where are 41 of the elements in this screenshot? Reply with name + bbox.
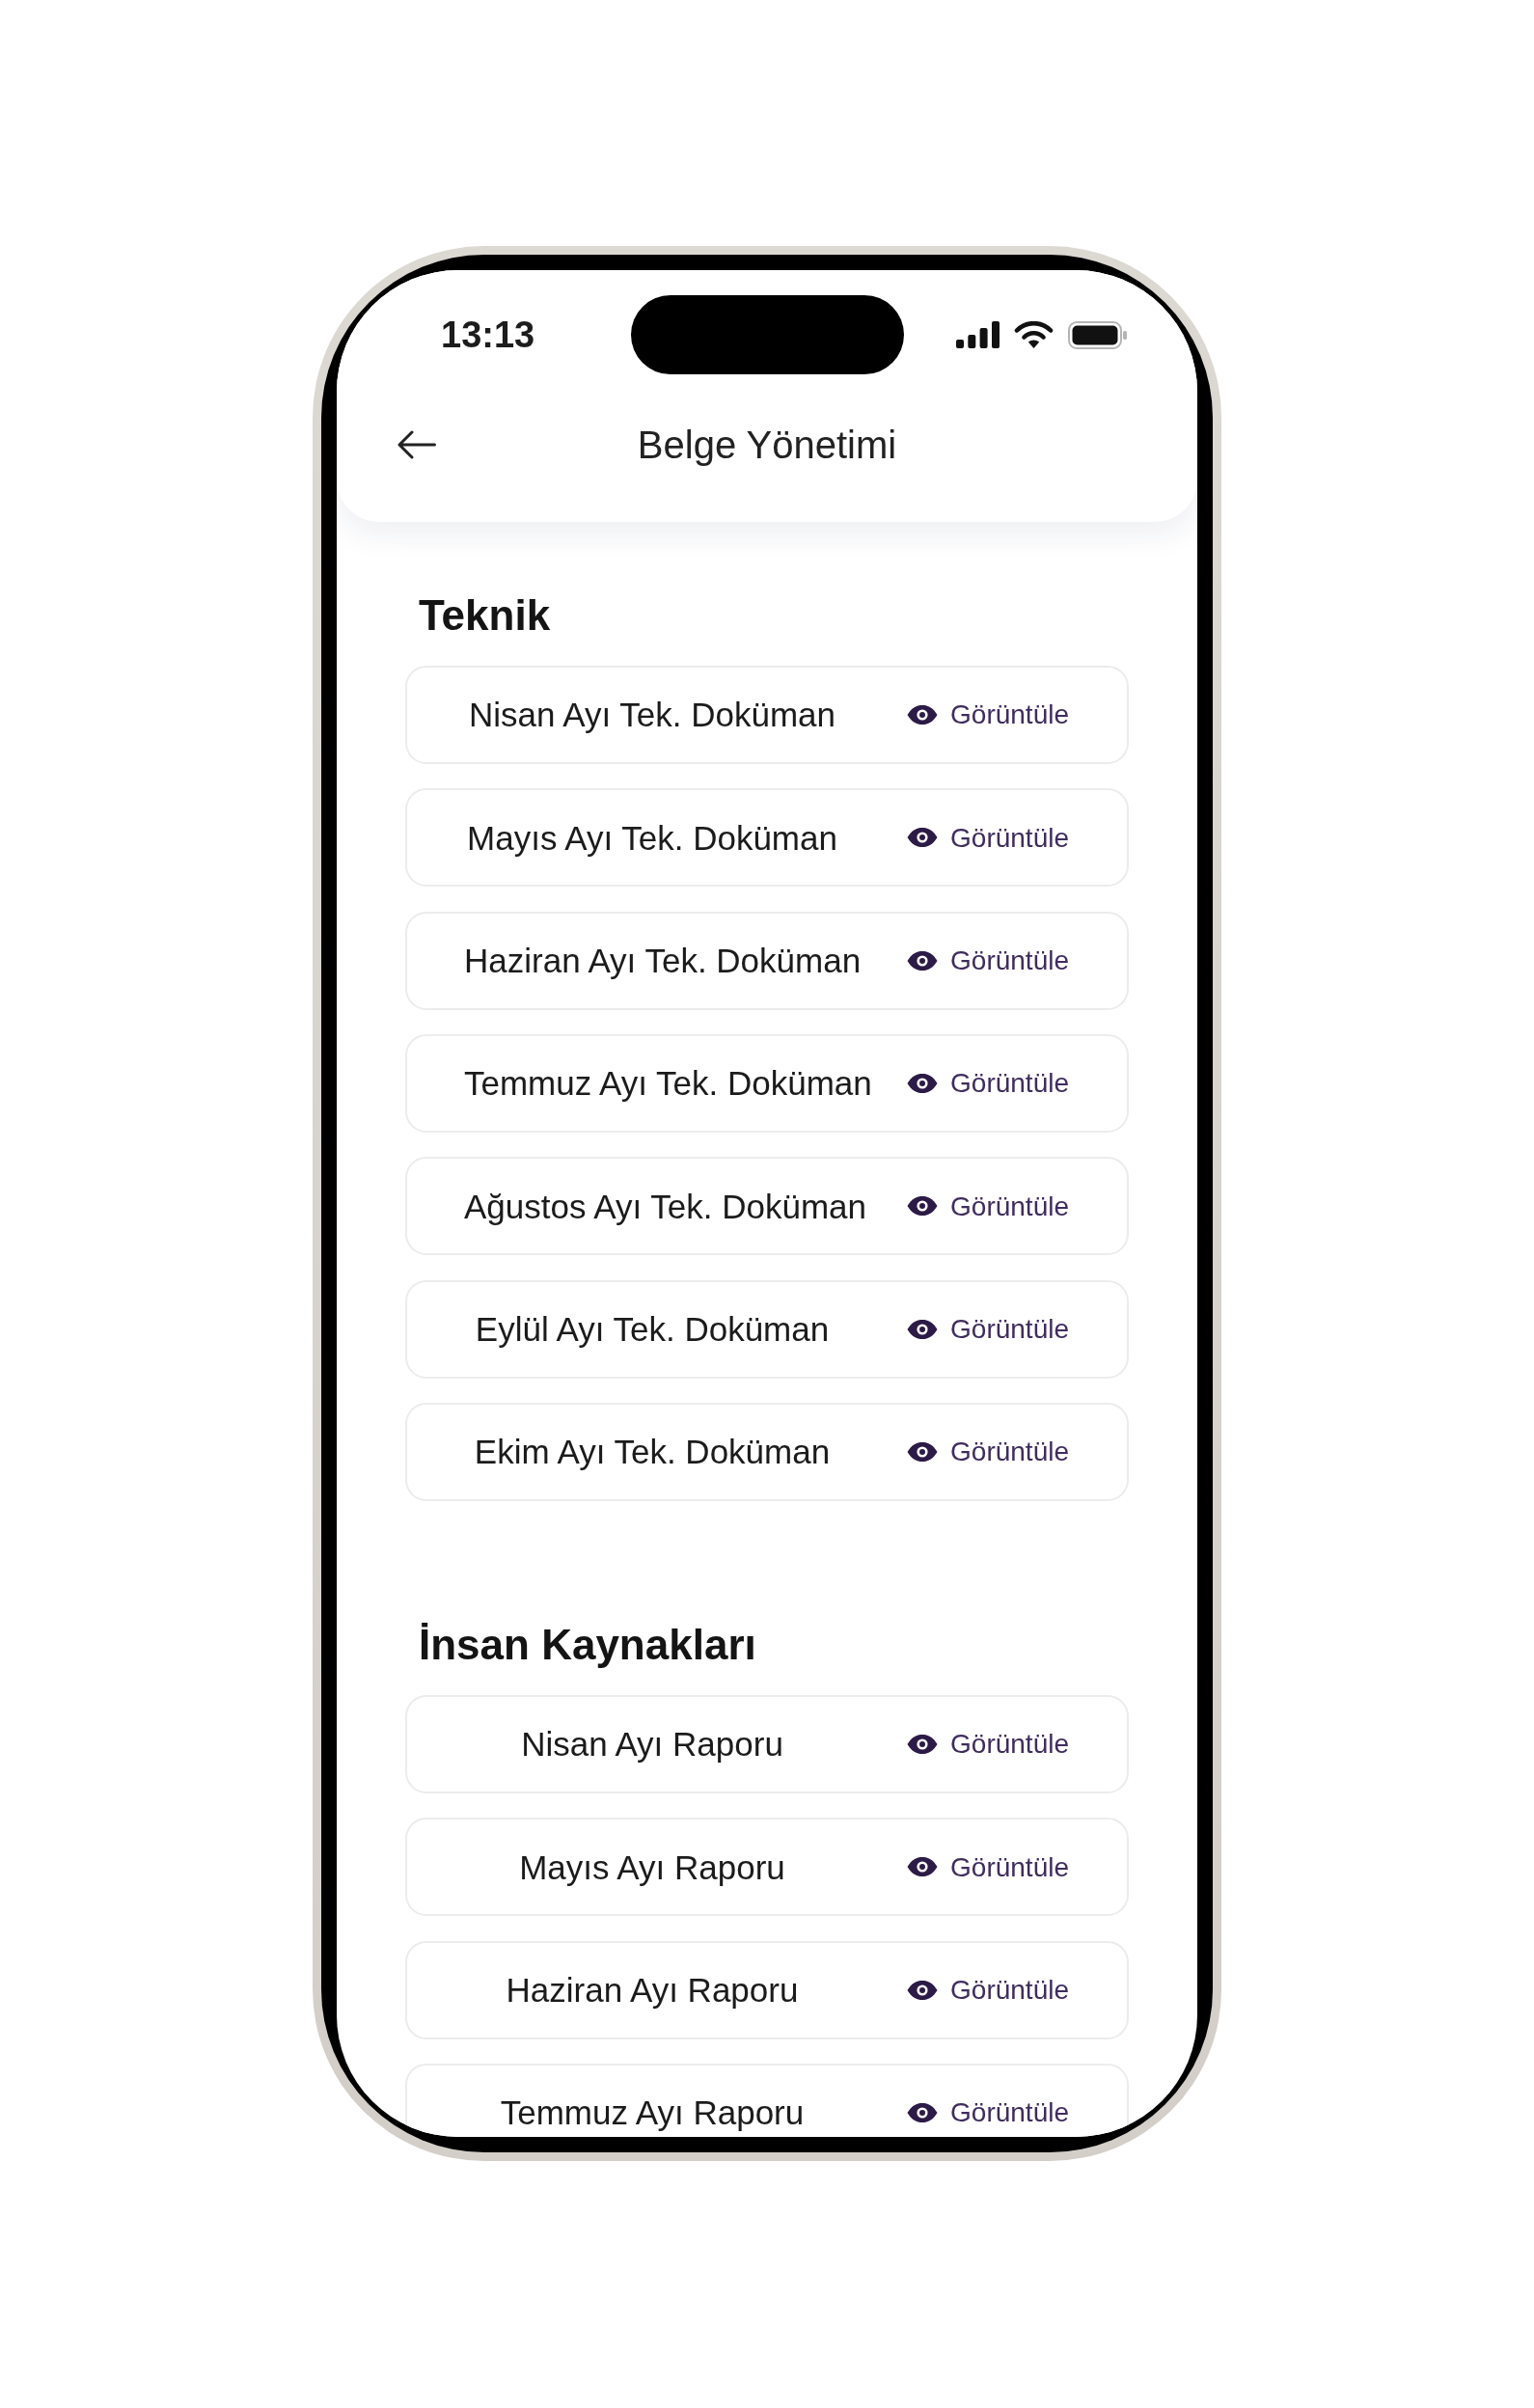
- eye-icon: [907, 950, 939, 971]
- status-time: 13:13: [441, 316, 535, 353]
- wifi-icon: [1014, 320, 1054, 349]
- view-button[interactable]: Görüntüle: [907, 1312, 1069, 1346]
- document-name: Mayıs Ayı Raporu: [518, 1847, 786, 1886]
- eye-icon: [907, 1857, 939, 1877]
- eye-icon: [907, 1319, 939, 1339]
- view-button[interactable]: Görüntüle: [907, 1728, 1069, 1761]
- eye-icon: [907, 2102, 939, 2122]
- view-button[interactable]: Görüntüle: [907, 1190, 1069, 1223]
- battery-icon: [1068, 320, 1127, 349]
- view-button[interactable]: Görüntüle: [907, 1436, 1069, 1468]
- view-button[interactable]: Görüntüle: [907, 1850, 1069, 1884]
- signal-icon: [956, 321, 1000, 348]
- view-button[interactable]: Görüntüle: [907, 698, 1069, 731]
- document-name: Ekim Ayı Tek. Doküman: [473, 1433, 832, 1471]
- eye-icon: [907, 1734, 939, 1754]
- document-name: Haziran Ayı Raporu: [505, 1971, 800, 2010]
- section-title: Teknik: [419, 590, 552, 641]
- view-button[interactable]: Görüntüle: [907, 944, 1069, 977]
- screen-title: Belge Yönetimi: [637, 423, 897, 468]
- document-name: Haziran Ayı Tek. Doküman: [464, 942, 862, 980]
- document-name: Temmuz Ayı Raporu: [499, 2093, 806, 2132]
- eye-icon: [907, 1074, 939, 1093]
- document-name: Nisan Ayı Tek. Doküman: [468, 696, 836, 734]
- eye-icon: [907, 1980, 939, 2000]
- document-name: Mayıs Ayı Tek. Doküman: [466, 818, 838, 857]
- document-name: Eylül Ayı Tek. Doküman: [474, 1310, 831, 1349]
- back-arrow-icon: [397, 430, 436, 459]
- eye-icon: [907, 705, 939, 725]
- eye-icon: [907, 1196, 939, 1217]
- eye-icon: [907, 1441, 939, 1462]
- eye-icon: [907, 828, 939, 848]
- document-name: Nisan Ayı Raporu: [520, 1725, 784, 1764]
- document-name: Temmuz Ayı Tek. Doküman: [464, 1064, 872, 1103]
- view-button[interactable]: Görüntüle: [907, 821, 1069, 855]
- document-name: Ağustos Ayı Tek. Doküman: [464, 1187, 866, 1225]
- view-button[interactable]: Görüntüle: [907, 2096, 1069, 2129]
- view-button[interactable]: Görüntüle: [907, 1067, 1069, 1100]
- view-button[interactable]: Görüntüle: [907, 1973, 1069, 2007]
- section-title: İnsan Kaynakları: [419, 1619, 757, 1670]
